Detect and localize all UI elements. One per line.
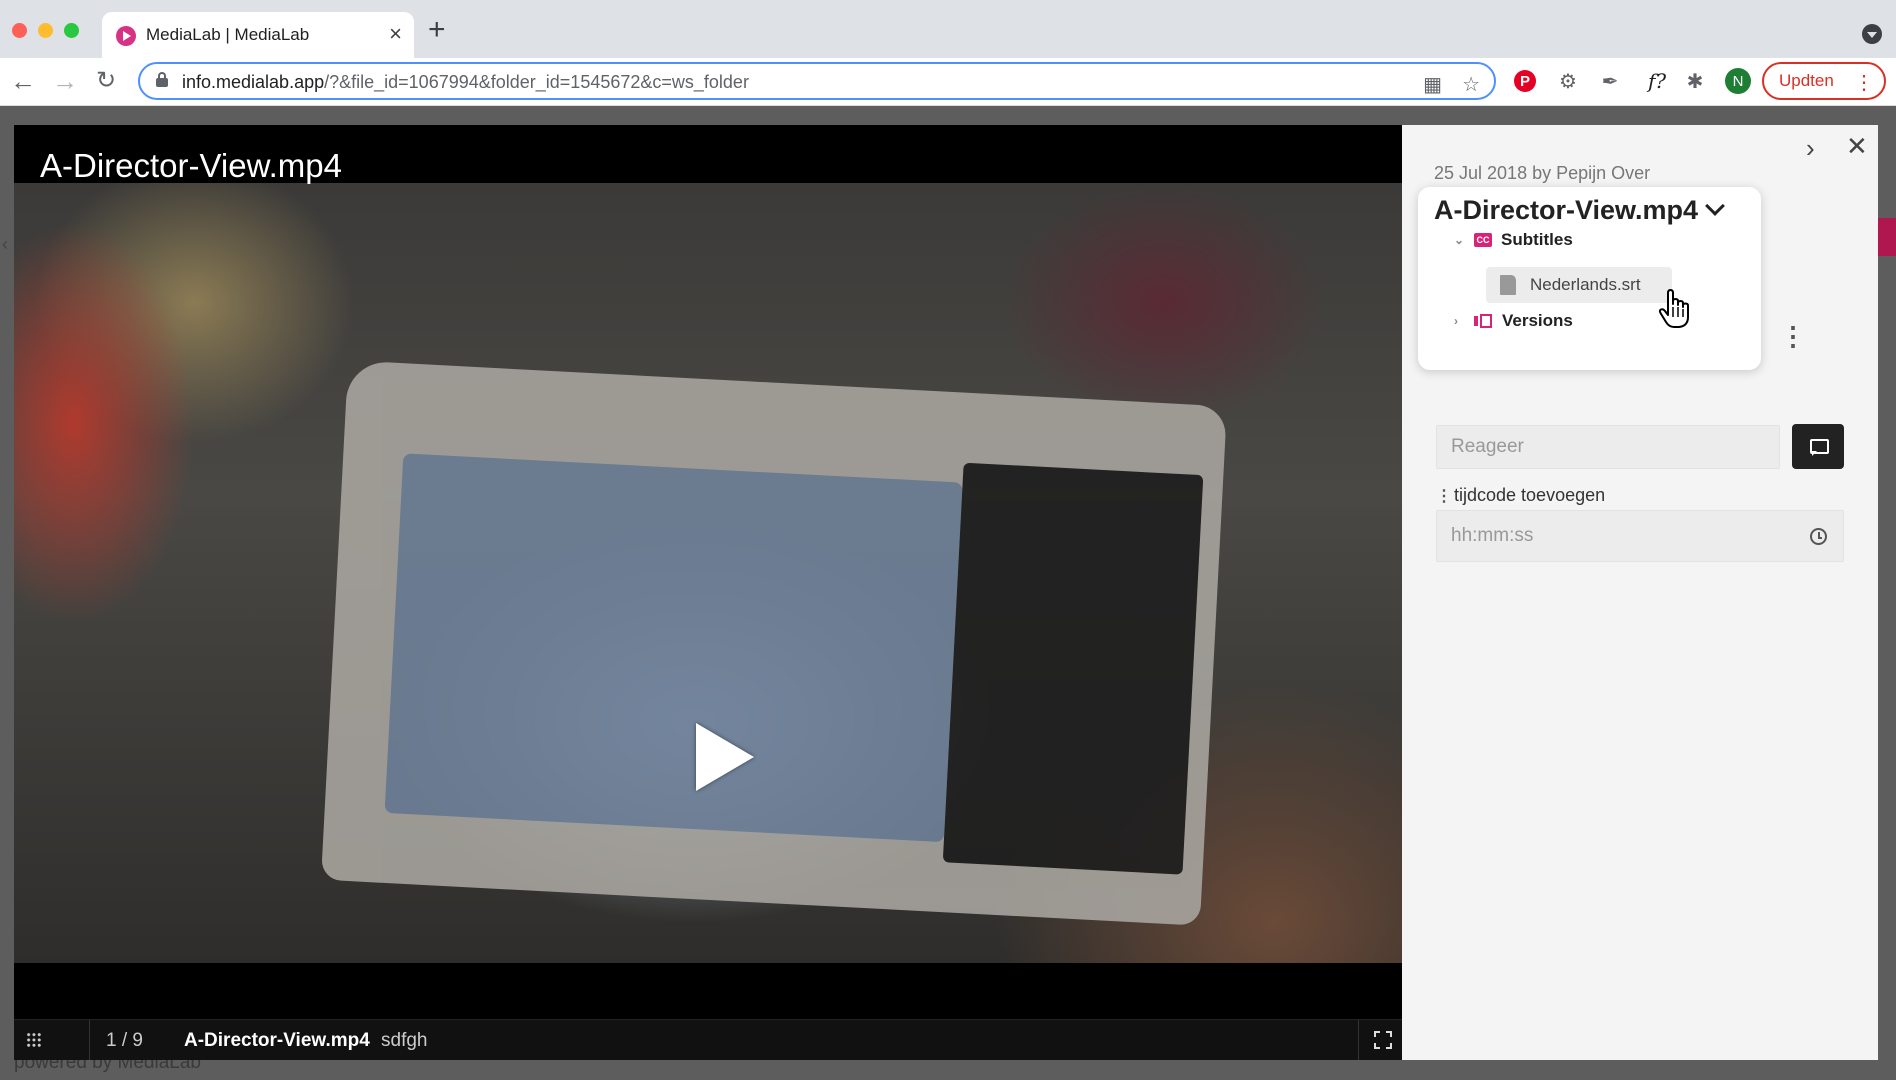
settings-extension-icon[interactable]: ⚙ — [1555, 68, 1581, 94]
hand-cursor-icon — [1658, 289, 1689, 328]
file-dropdown-card: A-Director-View.mp4 ⌄ CC Subtitles Neder… — [1418, 187, 1761, 370]
window-close-button[interactable] — [12, 23, 27, 38]
file-icon — [1500, 275, 1516, 295]
video-frame-shadow — [942, 462, 1204, 875]
extensions-puzzle-icon[interactable]: ✱ — [1682, 68, 1708, 94]
viewer-bottom-bar: 1 / 9 A-Director-View.mp4 sdfgh — [14, 1019, 1402, 1060]
font-finder-extension-icon[interactable]: f? — [1640, 68, 1674, 94]
versions-icon — [1474, 314, 1494, 328]
forward-arrow-icon[interactable]: → — [52, 66, 78, 96]
bar-file-name: A-Director-View.mp4 — [184, 1030, 370, 1051]
drag-dots-icon: ⋮ — [1436, 487, 1452, 505]
browser-menu-icon[interactable]: ⋮ — [1854, 70, 1874, 95]
versions-label: Versions — [1502, 311, 1573, 330]
viewer-title: A-Director-View.mp4 — [40, 147, 342, 184]
expand-caret-icon[interactable]: › — [1454, 314, 1468, 328]
profile-avatar[interactable]: N — [1725, 68, 1751, 94]
comment-input[interactable] — [1436, 425, 1780, 469]
bar-divider — [89, 1020, 90, 1060]
browser-toolbar: ← → ↻ info.medialab.app/?&file_id=106799… — [0, 58, 1896, 106]
qr-code-icon[interactable]: ▦ — [1423, 72, 1442, 97]
cc-icon: CC — [1474, 233, 1492, 247]
tree-item-subtitles[interactable]: ⌄ CC Subtitles — [1454, 230, 1573, 250]
play-icon[interactable] — [696, 723, 754, 791]
tab-search-icon[interactable] — [1862, 24, 1882, 44]
fullscreen-icon[interactable] — [1374, 1031, 1392, 1049]
close-icon[interactable]: ✕ — [1846, 131, 1868, 162]
update-label: Updten — [1779, 71, 1834, 90]
bar-file-description: sdfgh — [381, 1030, 428, 1051]
eyedropper-extension-icon[interactable]: ✒ — [1597, 68, 1623, 94]
pinterest-extension-icon[interactable]: P — [1512, 68, 1538, 94]
address-bar[interactable]: info.medialab.app/?&file_id=1067994&fold… — [138, 62, 1496, 100]
upload-date-author: 25 Jul 2018 by Pepijn Over — [1434, 163, 1651, 183]
file-counter: 1 / 9 — [106, 1030, 143, 1051]
video-frame-monitor — [320, 360, 1228, 926]
file-title-dropdown[interactable]: A-Director-View.mp4 — [1434, 195, 1698, 226]
more-options-icon[interactable]: ⋮ — [1780, 323, 1806, 349]
subtitle-file-item[interactable]: Nederlands.srt — [1486, 267, 1672, 303]
url-path: /?&file_id=1067994&folder_id=1545672&c=w… — [324, 72, 749, 92]
bar-divider — [1358, 1020, 1359, 1060]
lock-icon[interactable] — [156, 72, 168, 87]
window-zoom-button[interactable] — [64, 23, 79, 38]
collapse-caret-icon[interactable]: ⌄ — [1454, 233, 1468, 247]
bookmark-star-icon[interactable]: ☆ — [1462, 72, 1480, 97]
subtitles-label: Subtitles — [1501, 230, 1573, 249]
window-minimize-button[interactable] — [38, 23, 53, 38]
new-tab-button[interactable]: + — [428, 15, 446, 45]
media-viewer: A-Director-View.mp4 1 / 9 A-Director-Vie… — [14, 125, 1402, 1060]
comment-send-button[interactable] — [1792, 424, 1844, 469]
video-player[interactable] — [14, 183, 1402, 963]
timecode-label: tijdcode toevoegen — [1454, 485, 1606, 505]
browser-tabstrip: MediaLab | MediaLab × + — [0, 0, 1896, 58]
grid-view-icon[interactable] — [26, 1032, 42, 1048]
add-timecode-toggle[interactable]: ⋮ tijdcode toevoegen — [1436, 485, 1605, 506]
left-chevron-icon[interactable]: ‹ — [2, 234, 8, 255]
timecode-input[interactable] — [1436, 510, 1844, 562]
video-frame-screen — [384, 453, 963, 843]
medialab-favicon-icon — [116, 26, 136, 46]
page-side-tab — [1878, 218, 1896, 256]
next-chevron-icon[interactable]: › — [1806, 133, 1815, 164]
pinterest-letter: P — [1514, 70, 1536, 92]
back-arrow-icon[interactable]: ← — [10, 66, 36, 96]
subtitle-file-name: Nederlands.srt — [1530, 275, 1641, 294]
browser-tab-active[interactable]: MediaLab | MediaLab × — [102, 12, 414, 58]
url-text[interactable]: info.medialab.app/?&file_id=1067994&fold… — [182, 72, 749, 93]
chevron-down-icon[interactable] — [1705, 196, 1725, 216]
tree-item-versions[interactable]: › Versions — [1454, 311, 1573, 331]
tab-close-icon[interactable]: × — [389, 21, 402, 47]
clock-icon[interactable] — [1810, 528, 1827, 545]
reload-icon[interactable]: ↻ — [96, 66, 116, 96]
tab-title: MediaLab | MediaLab — [146, 25, 310, 44]
update-button[interactable]: Updten ⋮ — [1762, 62, 1886, 100]
details-panel: › ✕ 25 Jul 2018 by Pepijn Over A-Directo… — [1402, 125, 1878, 1060]
url-host: info.medialab.app — [182, 72, 325, 92]
